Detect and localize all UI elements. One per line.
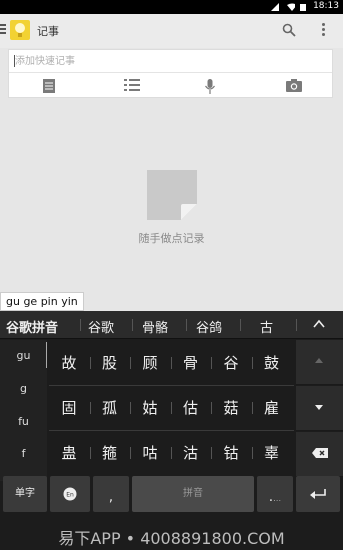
expand-candidates-icon[interactable] (313, 318, 325, 330)
grid-cell-divider (170, 357, 172, 369)
period-key[interactable]: .… (257, 476, 293, 512)
grid-cell-divider (211, 357, 212, 369)
candidate-char-key[interactable]: 姑 (130, 386, 170, 430)
pinyin-option[interactable]: f (0, 447, 47, 460)
watermark-text: 易下APP • 4008891800.COM (58, 529, 285, 548)
grid-cell-divider (89, 357, 91, 369)
text-note-button[interactable] (9, 74, 90, 98)
candidate-char-key[interactable]: 故 (49, 341, 89, 385)
grid-cell-divider (170, 402, 172, 414)
space-key[interactable]: 拼音 (132, 476, 254, 512)
more-icon[interactable] (318, 23, 328, 39)
candidate-bar: 谷歌拼音 谷歌 骨骼 谷鸽 古 (0, 311, 343, 339)
backspace-icon (312, 448, 328, 458)
pinyin-options: gu g fu f (0, 340, 47, 481)
keyboard-side-keys (296, 340, 343, 481)
comma-key[interactable]: , (93, 476, 129, 512)
page-down-key[interactable] (296, 386, 343, 431)
enter-key[interactable] (296, 476, 340, 512)
empty-state-text: 随手做点记录 (138, 232, 205, 245)
clock: 18:13 (313, 1, 339, 11)
candidate-char-key[interactable]: 固 (49, 386, 89, 430)
ime-keyboard: 谷歌拼音 谷歌 骨骼 谷鸽 古 gu g fu f 故股顾骨谷鼓固孤姑估菇雇蛊箍… (0, 311, 343, 550)
signal-icon (271, 3, 279, 11)
pinyin-option[interactable]: g (0, 382, 47, 395)
empty-note-icon (147, 170, 197, 220)
candidate-char-key[interactable]: 孤 (90, 386, 130, 430)
candidate-char-key[interactable]: 股 (90, 341, 130, 385)
keyboard-bottom-row: 单字 En , 拼音 .… (0, 476, 343, 516)
candidate-char-key[interactable]: 鼓 (252, 341, 292, 385)
candidate-4[interactable]: 古 (260, 317, 273, 336)
candidate-separator (186, 319, 187, 331)
photo-note-button[interactable] (252, 74, 333, 98)
triangle-down-icon (315, 405, 323, 410)
candidate-char-key[interactable]: 辜 (252, 431, 292, 475)
candidate-char-key[interactable]: 钴 (211, 431, 251, 475)
grid-cell-divider (170, 447, 172, 459)
grid-cell-divider (89, 447, 91, 459)
list-note-button[interactable] (90, 74, 171, 98)
page-up-key[interactable] (296, 340, 343, 385)
wifi-icon (287, 3, 295, 11)
triangle-up-icon (315, 358, 323, 363)
grid-cell-divider (251, 402, 253, 414)
candidate-separator (80, 319, 81, 331)
grid-cell-divider (130, 402, 131, 414)
language-switch-key[interactable]: En (50, 476, 90, 512)
microphone-icon (205, 79, 215, 94)
candidate-char-key[interactable]: 咕 (130, 431, 170, 475)
candidate-0[interactable]: 谷歌拼音 (6, 317, 58, 336)
candidate-3[interactable]: 谷鸽 (196, 317, 222, 336)
candidate-1[interactable]: 谷歌 (88, 317, 114, 336)
candidate-char-key[interactable]: 估 (171, 386, 211, 430)
candidate-char-key[interactable]: 骨 (171, 341, 211, 385)
voice-note-button[interactable] (171, 74, 252, 98)
candidate-separator (296, 319, 297, 331)
backspace-key[interactable] (296, 432, 343, 477)
single-char-mode-key[interactable]: 单字 (3, 476, 47, 512)
candidate-char-key[interactable]: 顾 (130, 341, 170, 385)
candidate-char-key[interactable]: 蛊 (49, 431, 89, 475)
candidate-char-key[interactable]: 箍 (90, 431, 130, 475)
quick-note-input[interactable] (9, 50, 332, 73)
grid-cell-divider (211, 402, 212, 414)
battery-icon (300, 4, 306, 11)
app-title: 记事 (37, 25, 59, 38)
app-logo-icon[interactable] (9, 19, 31, 41)
text-caret (14, 55, 15, 67)
candidate-2[interactable]: 骨骼 (142, 317, 168, 336)
language-icon-label: En (66, 492, 74, 499)
grid-cell-divider (211, 447, 212, 459)
period-key-hint: … (273, 494, 282, 503)
grid-cell-divider (130, 357, 131, 369)
candidate-char-key[interactable]: 菇 (211, 386, 251, 430)
candidate-separator (240, 319, 241, 331)
search-icon[interactable] (282, 23, 296, 37)
grid-cell-divider (251, 447, 253, 459)
candidate-separator (132, 319, 133, 331)
enter-icon (310, 489, 326, 499)
candidate-char-key[interactable]: 雇 (252, 386, 292, 430)
camera-icon (286, 79, 302, 92)
pinyin-option[interactable]: fu (0, 415, 47, 428)
note-toolbar (9, 74, 332, 98)
grid-cell-divider (89, 402, 91, 414)
quick-note-card (8, 49, 333, 98)
pinyin-option[interactable]: gu (0, 349, 47, 362)
language-icon: En (63, 487, 77, 501)
candidate-char-key[interactable]: 沽 (171, 431, 211, 475)
text-note-icon (43, 79, 55, 93)
list-icon (124, 79, 140, 91)
grid-cell-divider (251, 357, 253, 369)
app-bar: 记事 (0, 14, 343, 48)
ime-composing-text: gu ge pin yin (0, 292, 84, 311)
candidate-char-key[interactable]: 谷 (211, 341, 251, 385)
candidate-grid: 故股顾骨谷鼓固孤姑估菇雇蛊箍咕沽钴辜 (49, 340, 294, 481)
status-bar: 18:13 (0, 0, 343, 14)
grid-cell-divider (130, 447, 131, 459)
menu-icon[interactable] (0, 24, 7, 36)
